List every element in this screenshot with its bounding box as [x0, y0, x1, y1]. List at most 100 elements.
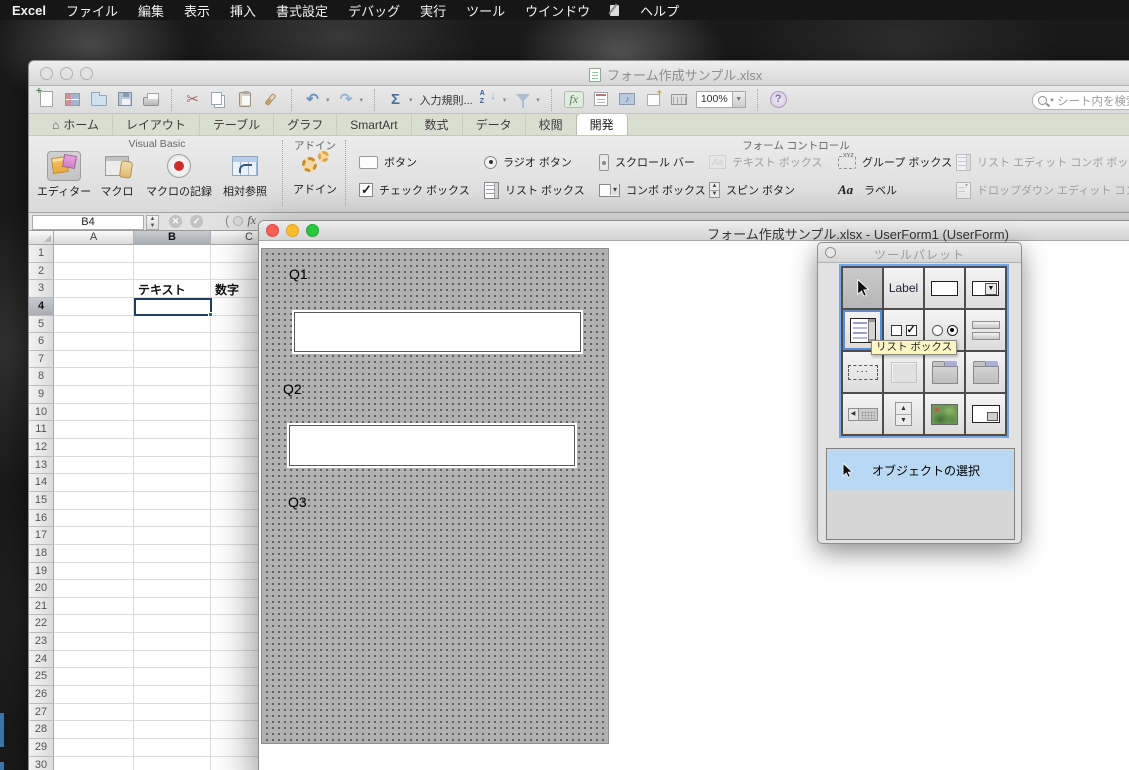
cell-B19[interactable] [134, 563, 211, 581]
row-header-14[interactable]: 14 [29, 474, 54, 492]
cell-A5[interactable] [54, 316, 134, 334]
form-textbox-1[interactable] [294, 312, 581, 352]
cell-B30[interactable] [134, 757, 211, 770]
relative-reference-button[interactable]: 相対参照 [219, 151, 271, 199]
tool-select[interactable] [843, 268, 882, 308]
cell-B6[interactable] [134, 333, 211, 351]
row-header-24[interactable]: 24 [29, 651, 54, 669]
cell-A6[interactable] [54, 333, 134, 351]
cell-B20[interactable] [134, 580, 211, 598]
cell-B26[interactable] [134, 686, 211, 704]
search-scope-caret[interactable]: ▼ [1049, 98, 1055, 104]
userform-canvas[interactable]: Q1 Q2 Q3 [261, 248, 609, 744]
zoom-control[interactable]: 100% ▼ [696, 91, 746, 108]
autosum-icon[interactable]: Σ [386, 90, 405, 109]
cell-A20[interactable] [54, 580, 134, 598]
ribbon-item-combobox[interactable]: コンボ ボックス [599, 176, 709, 204]
tab-ホーム[interactable]: ⌂ホーム [39, 114, 113, 135]
tab-レイアウト[interactable]: レイアウト [113, 114, 200, 135]
new-document-icon[interactable] [37, 90, 56, 109]
ribbon-item-scrollbar[interactable]: スクロール バー [599, 148, 709, 176]
cell-B13[interactable] [134, 457, 211, 475]
ribbon-item-listbox[interactable]: リスト ボックス [484, 176, 599, 204]
menu-item-0[interactable]: Excel [0, 3, 56, 18]
selection-row[interactable]: オブジェクトの選択 [828, 450, 1013, 490]
redo-icon[interactable]: ↷ [337, 90, 356, 109]
print-icon[interactable] [141, 90, 160, 109]
row-header-9[interactable]: 9 [29, 386, 54, 404]
zoom-value[interactable]: 100% [696, 91, 733, 108]
selected-cell-B4[interactable] [134, 298, 212, 316]
enter-icon[interactable]: ✓ [190, 215, 203, 228]
open-icon[interactable] [89, 90, 108, 109]
menu-item-4[interactable]: 挿入 [220, 1, 266, 20]
row-header-2[interactable]: 2 [29, 263, 54, 281]
cell-A8[interactable] [54, 368, 134, 386]
row-header-18[interactable]: 18 [29, 545, 54, 563]
cell-A27[interactable] [54, 704, 134, 722]
zoom-caret[interactable]: ▼ [733, 91, 746, 108]
cell-A21[interactable] [54, 598, 134, 616]
userform-titlebar[interactable]: フォーム作成サンプル.xlsx - UserForm1 (UserForm) [259, 221, 1129, 241]
column-header-B[interactable]: B [134, 231, 211, 245]
row-header-26[interactable]: 26 [29, 686, 54, 704]
filter-caret[interactable]: ▾ [536, 96, 540, 104]
cell-A28[interactable] [54, 721, 134, 739]
row-header-12[interactable]: 12 [29, 439, 54, 457]
menu-item-2[interactable]: 編集 [128, 1, 174, 20]
row-header-23[interactable]: 23 [29, 633, 54, 651]
cell-A15[interactable] [54, 492, 134, 510]
cell-A18[interactable] [54, 545, 134, 563]
cell-B9[interactable] [134, 386, 211, 404]
applescript-icon[interactable] [608, 4, 622, 17]
cell-B12[interactable] [134, 439, 211, 457]
cell-B16[interactable] [134, 510, 211, 528]
row-header-16[interactable]: 16 [29, 510, 54, 528]
tool-multipage[interactable] [966, 352, 1005, 392]
row-header-29[interactable]: 29 [29, 739, 54, 757]
menu-item-1[interactable]: ファイル [56, 1, 128, 20]
tool-togglebutton[interactable] [966, 310, 1005, 350]
palette-titlebar[interactable]: ツールパレット [818, 243, 1021, 263]
row-header-19[interactable]: 19 [29, 563, 54, 581]
tool-scrollbar[interactable] [843, 394, 882, 434]
menu-item-8[interactable]: ツール [456, 1, 515, 20]
row-header-20[interactable]: 20 [29, 580, 54, 598]
cell-B29[interactable] [134, 739, 211, 757]
copy-icon[interactable] [209, 90, 228, 109]
cell-B21[interactable] [134, 598, 211, 616]
cell-B1[interactable] [134, 245, 211, 263]
menu-item-3[interactable]: 表示 [174, 1, 220, 20]
autosum-caret[interactable]: ▾ [409, 96, 413, 104]
row-header-15[interactable]: 15 [29, 492, 54, 510]
cell-A16[interactable] [54, 510, 134, 528]
menu-item-6[interactable]: デバッグ [338, 1, 410, 20]
tab-SmartArt[interactable]: SmartArt [337, 114, 411, 135]
cell-B27[interactable] [134, 704, 211, 722]
cell-A14[interactable] [54, 474, 134, 492]
name-box[interactable]: B4 [32, 215, 144, 230]
cell-A3[interactable] [54, 280, 134, 298]
row-header-27[interactable]: 27 [29, 704, 54, 722]
select-all-corner[interactable] [29, 231, 54, 245]
filter-icon[interactable] [513, 90, 532, 109]
cell-B5[interactable] [134, 316, 211, 334]
row-header-8[interactable]: 8 [29, 368, 54, 386]
sort-caret[interactable]: ▾ [503, 96, 507, 104]
cell-B18[interactable] [134, 545, 211, 563]
cell-B25[interactable] [134, 668, 211, 686]
excel-titlebar[interactable]: フォーム作成サンプル.xlsx [29, 61, 1129, 86]
cell-A23[interactable] [54, 633, 134, 651]
cell-A11[interactable] [54, 421, 134, 439]
row-header-30[interactable]: 30 [29, 757, 54, 770]
cell-A26[interactable] [54, 686, 134, 704]
row-header-21[interactable]: 21 [29, 598, 54, 616]
tab-テーブル[interactable]: テーブル [200, 114, 274, 135]
row-header-3[interactable]: 3 [29, 280, 54, 298]
tool-commandbutton[interactable]: ··· [843, 352, 882, 392]
tool-image[interactable] [925, 394, 964, 434]
search-field[interactable]: ▼ シート内を検索 [1032, 91, 1129, 110]
cell-A13[interactable] [54, 457, 134, 475]
fill-handle[interactable] [208, 312, 213, 317]
notes-icon[interactable] [592, 90, 611, 109]
